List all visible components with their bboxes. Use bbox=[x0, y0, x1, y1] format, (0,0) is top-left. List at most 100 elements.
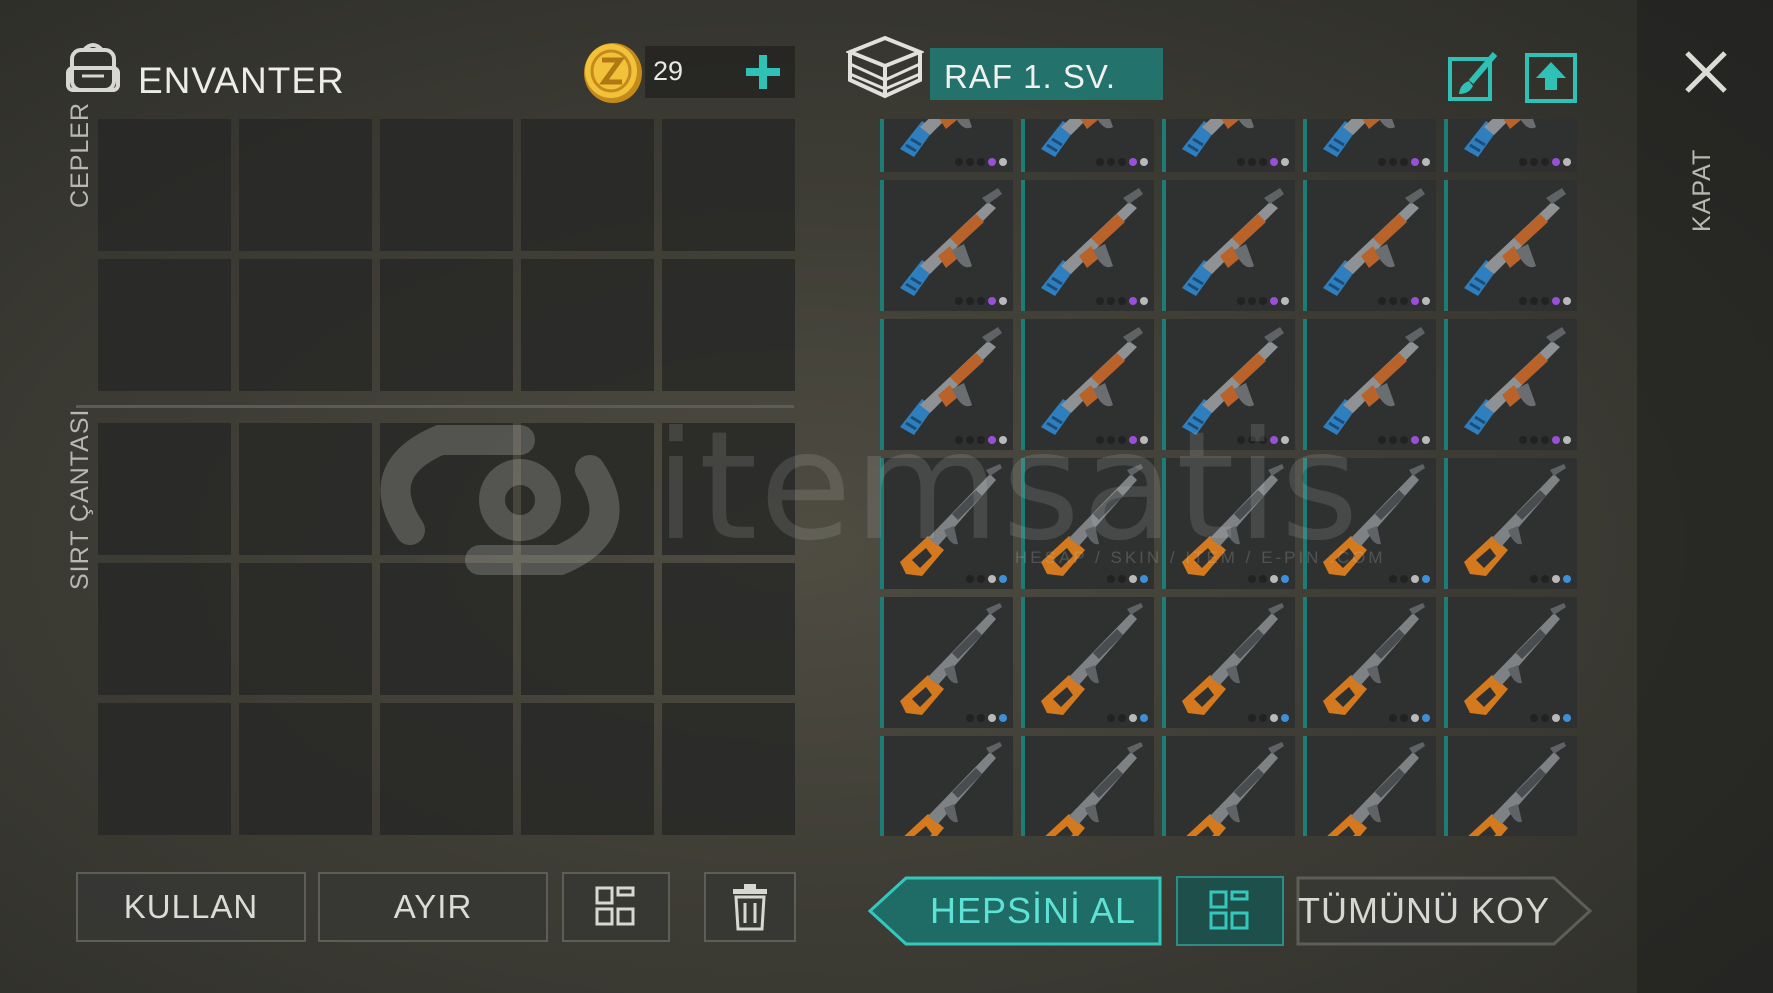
storage-item-slot[interactable] bbox=[1303, 119, 1436, 172]
storage-item-slot[interactable] bbox=[1021, 597, 1154, 728]
storage-item-slot[interactable] bbox=[1303, 180, 1436, 311]
coin-amount: 29 bbox=[653, 56, 684, 86]
rarity-dot bbox=[1129, 575, 1137, 583]
rarity-dot bbox=[988, 714, 996, 722]
rarity-dot bbox=[1422, 297, 1430, 305]
rarity-dot bbox=[1140, 714, 1148, 722]
backpack-slot[interactable] bbox=[380, 423, 513, 555]
rarity-dot bbox=[1259, 158, 1267, 166]
storage-item-slot[interactable] bbox=[1444, 180, 1577, 311]
storage-item-slot[interactable] bbox=[1162, 119, 1295, 172]
rarity-dot bbox=[1563, 158, 1571, 166]
storage-item-slot[interactable] bbox=[880, 597, 1013, 728]
paint-brush-button[interactable] bbox=[1447, 50, 1501, 104]
backpack-slot[interactable] bbox=[662, 703, 795, 835]
close-label[interactable]: KAPAT bbox=[1688, 149, 1717, 232]
pocket-slot[interactable] bbox=[98, 259, 231, 391]
backpack-slot[interactable] bbox=[521, 703, 654, 835]
storage-item-slot[interactable] bbox=[1021, 180, 1154, 311]
rarity-dot bbox=[1248, 714, 1256, 722]
rarity-dot bbox=[1270, 297, 1278, 305]
rarity-dot bbox=[1389, 575, 1397, 583]
backpack-slot[interactable] bbox=[239, 563, 372, 695]
storage-item-slot[interactable] bbox=[1162, 736, 1295, 836]
inventory-title: ENVANTER bbox=[138, 60, 345, 101]
backpack-label: SIRT ÇANTASI bbox=[66, 408, 94, 590]
storage-item-slot[interactable] bbox=[1444, 736, 1577, 836]
trash-button[interactable] bbox=[704, 872, 796, 942]
storage-item-slot[interactable] bbox=[1162, 180, 1295, 311]
watermark-tagline: HESAP / SKIN / ITEM / E-PIN .COM bbox=[1015, 548, 1386, 567]
rarity-dot bbox=[1140, 575, 1148, 583]
storage-item-slot[interactable] bbox=[880, 119, 1013, 172]
rarity-dot bbox=[1378, 158, 1386, 166]
rarity-dot bbox=[966, 158, 974, 166]
rarity-dot bbox=[1259, 297, 1267, 305]
upload-button[interactable] bbox=[1524, 50, 1578, 104]
storage-crate-icon bbox=[844, 34, 926, 100]
rarity-dot bbox=[1422, 436, 1430, 444]
storage-item-slot[interactable] bbox=[1303, 736, 1436, 836]
storage-item-slot[interactable] bbox=[1021, 736, 1154, 836]
storage-item-slot[interactable] bbox=[880, 180, 1013, 311]
rarity-dot bbox=[1107, 158, 1115, 166]
rarity-dot bbox=[1541, 436, 1549, 444]
rarity-dot bbox=[999, 158, 1007, 166]
backpack-slot[interactable] bbox=[380, 703, 513, 835]
rarity-dot bbox=[1563, 436, 1571, 444]
rarity-dot bbox=[1270, 714, 1278, 722]
use-button[interactable]: KULLAN bbox=[76, 872, 306, 942]
pocket-slot[interactable] bbox=[239, 259, 372, 391]
pocket-slot[interactable] bbox=[662, 259, 795, 391]
pocket-slot[interactable] bbox=[98, 119, 231, 251]
backpack-slot[interactable] bbox=[521, 423, 654, 555]
backpack-slot[interactable] bbox=[380, 563, 513, 695]
rarity-dot bbox=[1541, 297, 1549, 305]
rarity-dot bbox=[1237, 297, 1245, 305]
pocket-slot[interactable] bbox=[521, 259, 654, 391]
add-coins-button[interactable] bbox=[738, 46, 788, 98]
rarity-dot bbox=[1389, 158, 1397, 166]
storage-item-slot[interactable] bbox=[1444, 597, 1577, 728]
pocket-slot[interactable] bbox=[380, 119, 513, 251]
backpack-slot[interactable] bbox=[239, 423, 372, 555]
split-button[interactable]: AYIR bbox=[318, 872, 548, 942]
pocket-slot[interactable] bbox=[380, 259, 513, 391]
backpack-slot[interactable] bbox=[521, 563, 654, 695]
take-all-button[interactable]: HEPSİNİ AL bbox=[868, 876, 1162, 946]
rarity-dot bbox=[1530, 158, 1538, 166]
storage-item-slot[interactable] bbox=[1444, 319, 1577, 450]
rarity-dot bbox=[1096, 158, 1104, 166]
rarity-dot bbox=[1552, 436, 1560, 444]
trash-icon bbox=[733, 884, 767, 931]
pocket-slot[interactable] bbox=[239, 119, 372, 251]
pocket-slot[interactable] bbox=[662, 119, 795, 251]
backpack-slot[interactable] bbox=[662, 563, 795, 695]
rarity-dots bbox=[1378, 297, 1430, 305]
put-all-button[interactable]: TÜMÜNÜ KOY bbox=[1296, 876, 1592, 946]
storage-item-slot[interactable] bbox=[1303, 597, 1436, 728]
storage-item-slot[interactable] bbox=[1444, 458, 1577, 589]
storage-item-slot[interactable] bbox=[1021, 119, 1154, 172]
rarity-dots bbox=[1096, 297, 1148, 305]
backpack-slot[interactable] bbox=[239, 703, 372, 835]
rarity-dot bbox=[999, 714, 1007, 722]
rarity-dots bbox=[1389, 714, 1430, 722]
close-icon[interactable] bbox=[1684, 50, 1728, 94]
storage-item-slot[interactable] bbox=[880, 736, 1013, 836]
backpack-slot[interactable] bbox=[98, 563, 231, 695]
rarity-dots bbox=[1530, 575, 1571, 583]
rarity-dot bbox=[1411, 297, 1419, 305]
storage-item-slot[interactable] bbox=[1162, 597, 1295, 728]
sort-inventory-button[interactable] bbox=[562, 872, 670, 942]
rarity-dot bbox=[1519, 158, 1527, 166]
rarity-dots bbox=[1237, 158, 1289, 166]
sort-storage-button[interactable] bbox=[1176, 876, 1284, 946]
rarity-dot bbox=[977, 575, 985, 583]
backpack-slot[interactable] bbox=[98, 423, 231, 555]
pocket-slot[interactable] bbox=[521, 119, 654, 251]
rarity-dot bbox=[1552, 158, 1560, 166]
storage-item-slot[interactable] bbox=[1444, 119, 1577, 172]
put-all-label: TÜMÜNÜ KOY bbox=[1298, 890, 1550, 931]
backpack-slot[interactable] bbox=[98, 703, 231, 835]
